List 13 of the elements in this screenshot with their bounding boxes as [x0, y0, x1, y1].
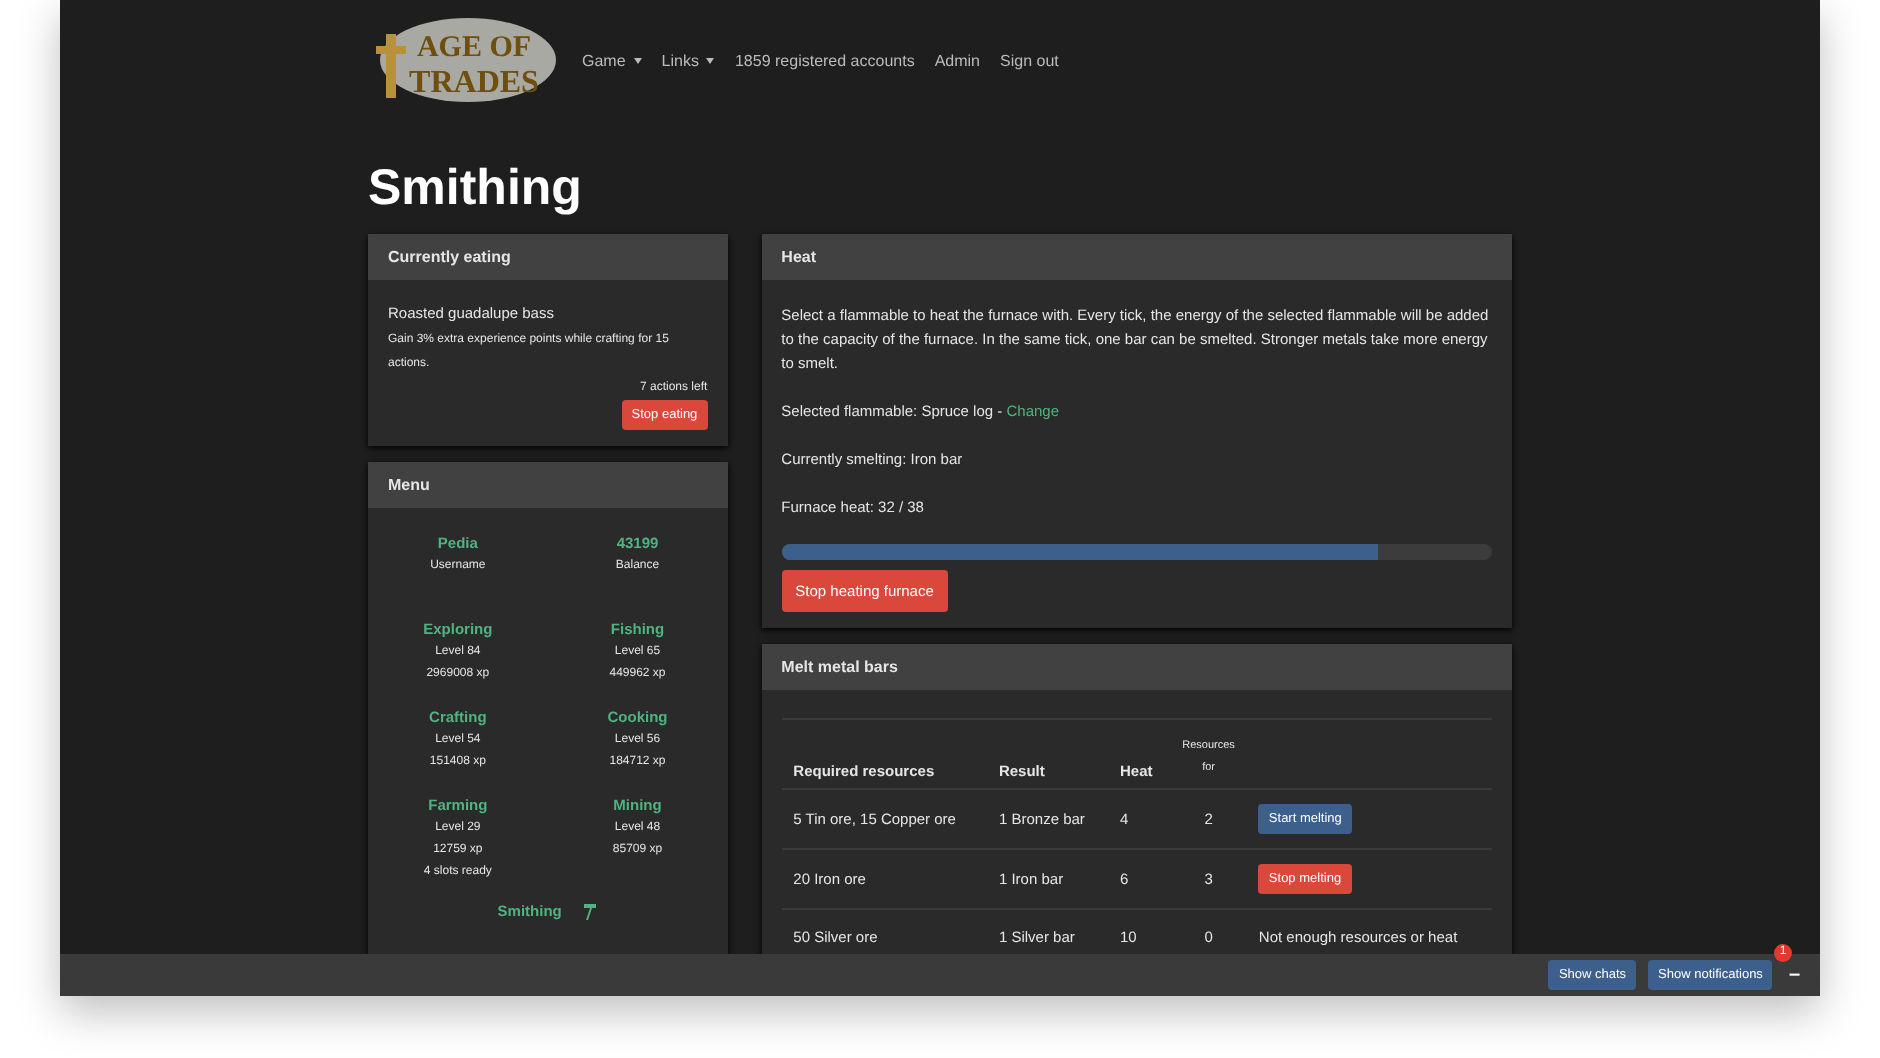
minimize-button[interactable]: – [1784, 964, 1804, 986]
panel-header: Menu [368, 462, 728, 508]
panel-header: Currently eating [368, 234, 728, 280]
nav-link[interactable]: Admin [934, 51, 981, 69]
hammer-icon [581, 902, 598, 922]
panel-header: Melt metal bars [761, 644, 1512, 690]
page-title: Smithing [368, 160, 584, 220]
panel-header: Heat [761, 234, 1512, 280]
nav-link[interactable]: Sign out [1000, 51, 1059, 69]
nav-link[interactable]: 1859 registered accounts [734, 51, 915, 69]
nav-link[interactable]: Links [661, 51, 715, 69]
logo[interactable]: AGE OF TRADES [374, 14, 558, 106]
nav-link[interactable]: Game [582, 51, 642, 69]
